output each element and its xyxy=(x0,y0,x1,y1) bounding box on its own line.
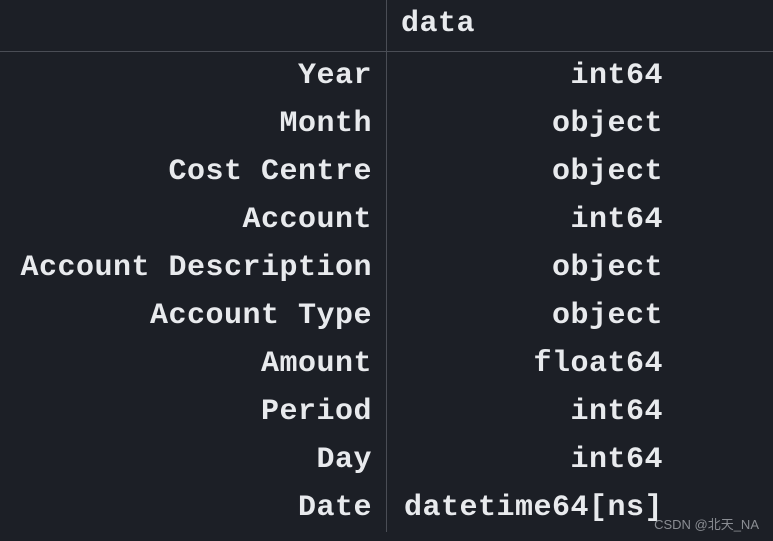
table-row: Account int64 xyxy=(0,196,773,244)
column-dtype: int64 xyxy=(387,436,773,484)
table-row: Account Type object xyxy=(0,292,773,340)
column-name: Amount xyxy=(0,340,387,388)
column-dtype: object xyxy=(387,292,773,340)
table-row: Period int64 xyxy=(0,388,773,436)
table-header-row: data xyxy=(0,0,773,52)
column-name: Month xyxy=(0,100,387,148)
column-name: Period xyxy=(0,388,387,436)
table-row: Cost Centre object xyxy=(0,148,773,196)
table-row: Day int64 xyxy=(0,436,773,484)
column-dtype: object xyxy=(387,100,773,148)
column-dtype: float64 xyxy=(387,340,773,388)
column-name: Account Type xyxy=(0,292,387,340)
column-dtype: object xyxy=(387,148,773,196)
column-name: Day xyxy=(0,436,387,484)
column-dtype: object xyxy=(387,244,773,292)
watermark-text: CSDN @北天_NA xyxy=(654,514,759,533)
dtype-table-container: data Year int64 Month object Cost Centre… xyxy=(0,0,773,532)
dtype-table: data Year int64 Month object Cost Centre… xyxy=(0,0,773,532)
column-name: Cost Centre xyxy=(0,148,387,196)
column-dtype: int64 xyxy=(387,52,773,101)
table-row: Month object xyxy=(0,100,773,148)
index-header xyxy=(0,0,387,52)
column-dtype: int64 xyxy=(387,196,773,244)
table-row: Account Description object xyxy=(0,244,773,292)
column-name: Account Description xyxy=(0,244,387,292)
data-header: data xyxy=(387,0,773,52)
table-row: Amount float64 xyxy=(0,340,773,388)
column-name: Year xyxy=(0,52,387,101)
column-name: Account xyxy=(0,196,387,244)
table-row: Year int64 xyxy=(0,52,773,101)
table-body: Year int64 Month object Cost Centre obje… xyxy=(0,52,773,533)
column-dtype: int64 xyxy=(387,388,773,436)
column-name: Date xyxy=(0,484,387,532)
